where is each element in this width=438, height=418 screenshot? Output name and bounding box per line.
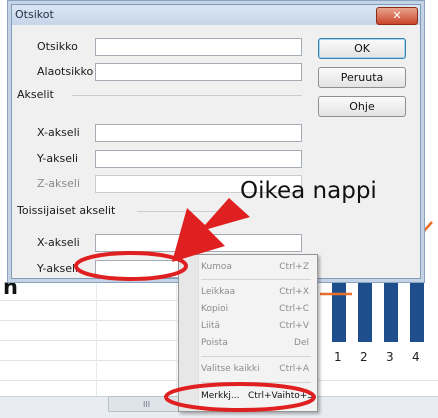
annotation-arrow-icon [172, 198, 250, 262]
annotation-overlay [74, 198, 316, 412]
annotation-highlight-ellipse [74, 251, 188, 281]
annotation-highlight-ellipse [164, 382, 316, 412]
